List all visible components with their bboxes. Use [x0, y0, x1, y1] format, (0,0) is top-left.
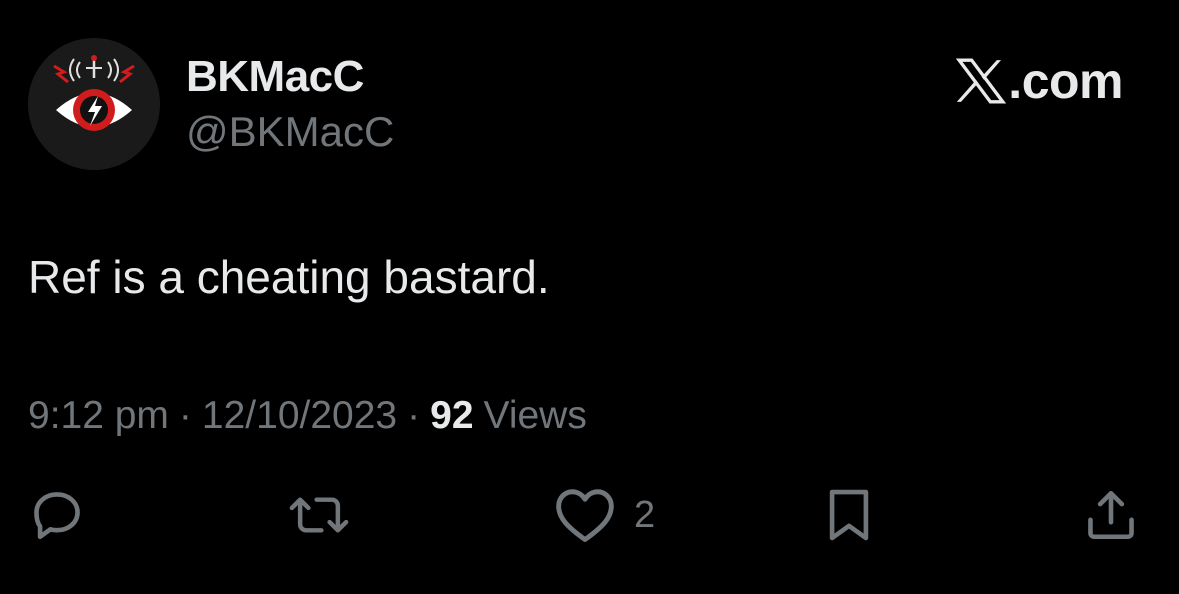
tweet-date[interactable]: 12/10/2023	[202, 394, 397, 437]
meta-separator: ·	[407, 394, 421, 437]
like-button[interactable]: 2	[554, 486, 655, 544]
bookmark-icon	[829, 489, 869, 541]
meta-separator: ·	[178, 394, 192, 437]
tweet-text: Ref is a cheating bastard.	[28, 251, 550, 303]
heart-icon	[556, 489, 614, 542]
share-icon	[1088, 490, 1134, 540]
avatar-eye-icon	[28, 38, 160, 170]
like-count: 2	[634, 493, 656, 536]
display-name[interactable]: BKMacC	[186, 52, 364, 102]
logo-text: .com	[1008, 53, 1123, 109]
views-count[interactable]: 92	[430, 394, 473, 437]
tweet-meta: 9:12 pm · 12/10/2023 · 92 Views	[28, 394, 587, 438]
tweet-time[interactable]: 9:12 pm	[28, 394, 169, 437]
reply-icon	[34, 492, 80, 540]
bookmark-button[interactable]	[822, 486, 876, 544]
avatar[interactable]	[28, 38, 160, 170]
retweet-icon	[289, 497, 349, 533]
share-button[interactable]	[1082, 486, 1140, 544]
reply-button[interactable]	[28, 486, 86, 544]
x-com-logo[interactable]: .com	[956, 52, 1123, 110]
x-logo-icon	[956, 58, 1007, 104]
action-bar: 2	[0, 486, 1179, 546]
retweet-button[interactable]	[286, 486, 352, 544]
views-label[interactable]: Views	[484, 394, 587, 437]
user-handle[interactable]: @BKMacC	[186, 108, 394, 156]
tweet-card: BKMacC @BKMacC .com Ref is a cheating ba…	[0, 0, 1179, 594]
